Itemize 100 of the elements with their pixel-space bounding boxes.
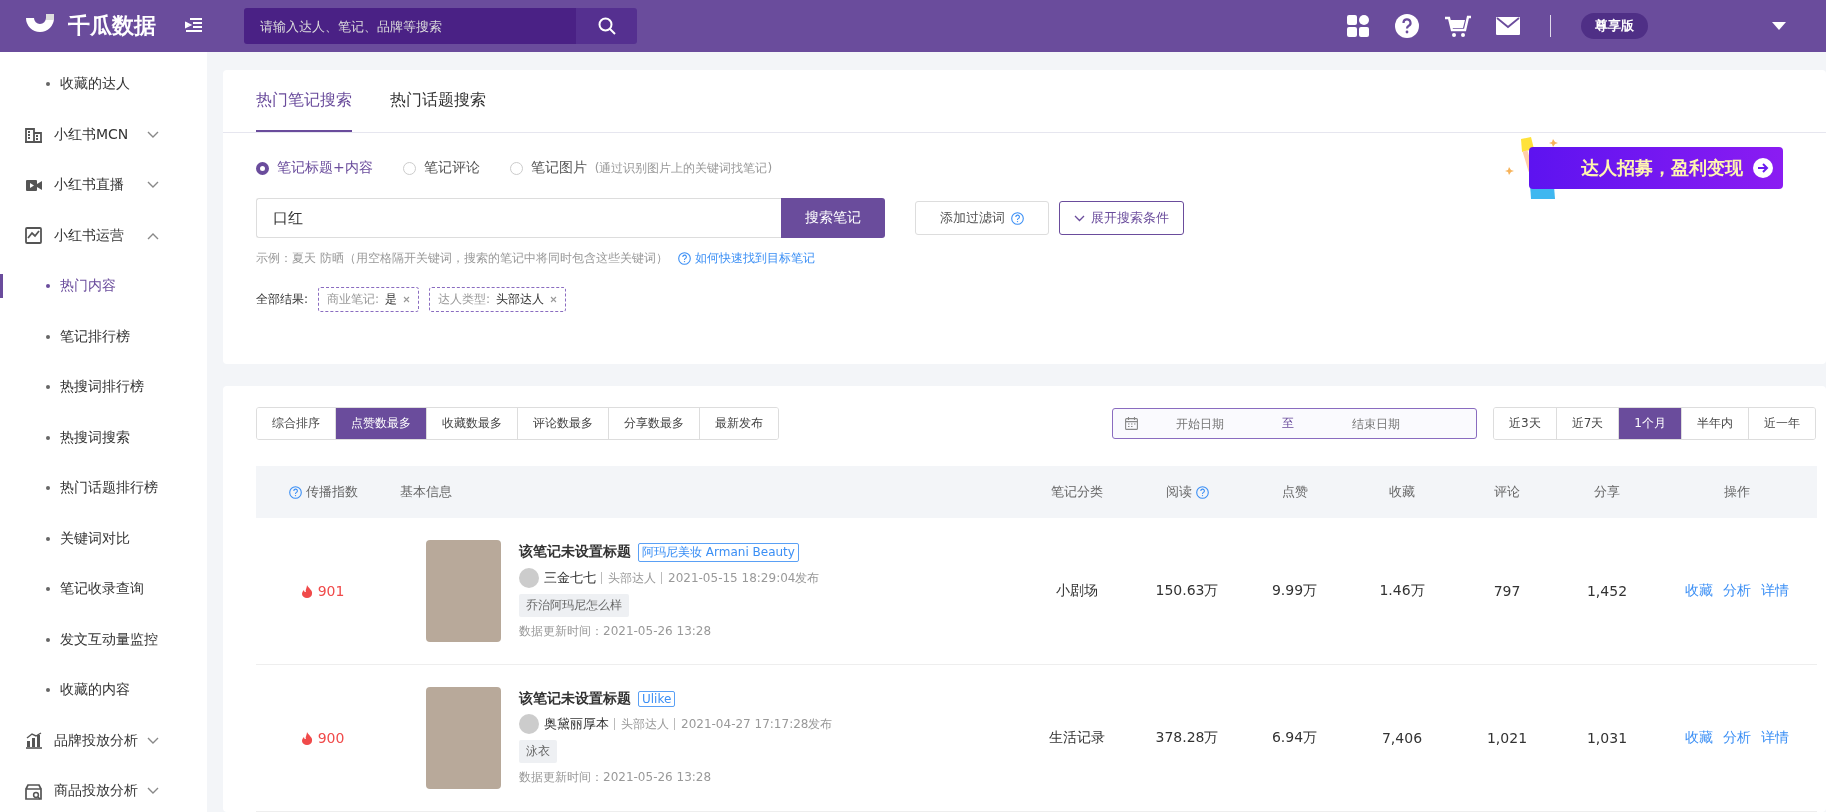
add-filter-button[interactable]: 添加过滤词 <box>915 201 1049 235</box>
sidebar-group[interactable]: 小红书MCN <box>0 109 207 160</box>
search-mode-radio[interactable]: 笔记图片 <box>509 159 587 177</box>
table-cell: 生活记录 <box>1049 729 1105 747</box>
sidebar-subitem[interactable]: 收藏的达人 <box>0 59 207 110</box>
results-label: 全部结果: <box>256 291 309 308</box>
column-header: 分享 <box>1557 466 1657 518</box>
sidebar-subitem[interactable]: 热门话题排行榜 <box>0 463 207 514</box>
filter-chip[interactable]: 达人类型: 头部达人 <box>429 287 567 312</box>
sidebar-group[interactable]: 小红书运营 <box>0 210 207 261</box>
mail-icon[interactable] <box>1496 17 1520 35</box>
publish-time: 2021-04-27 17:17:28发布 <box>674 718 833 730</box>
flame-icon <box>301 731 313 745</box>
tab[interactable]: 热门话题搜索 <box>390 70 486 132</box>
chevron-icon <box>147 181 159 190</box>
chevron-icon <box>147 231 159 240</box>
start-date-field[interactable]: 开始日期 <box>1138 415 1263 432</box>
table-cell: 1.46万 <box>1379 582 1425 600</box>
search-mode-radio[interactable]: 笔记标题+内容 <box>256 159 373 177</box>
recruit-banner[interactable]: 达人招募，盈利变现 <box>1529 147 1783 189</box>
search-field[interactable]: 请输入达人、笔记、品牌等搜索 <box>244 8 576 44</box>
avatar <box>519 567 539 588</box>
column-header: 笔记分类 <box>1022 466 1132 518</box>
topic-tag: 乔治阿玛尼怎么样 <box>519 593 629 617</box>
help-icon[interactable] <box>1394 13 1420 39</box>
column-header: 收藏 <box>1347 466 1457 518</box>
sidebar-subitem[interactable]: 发文互动量监控 <box>0 614 207 665</box>
sidebar-subitem[interactable]: 笔记收录查询 <box>0 564 207 615</box>
table-cell: 797 <box>1493 583 1521 599</box>
keyword-field[interactable]: 口红 <box>256 198 781 238</box>
close-icon[interactable] <box>550 296 558 303</box>
table-cell: 6.94万 <box>1271 729 1318 747</box>
sidebar-subitem[interactable]: 热门内容 <box>0 261 207 312</box>
sidebar-subitem[interactable]: 热搜词排行榜 <box>0 362 207 413</box>
author-name[interactable]: 三金七七 <box>544 568 596 587</box>
logo-text: 千瓜数据 <box>68 12 156 40</box>
apps-icon[interactable] <box>1346 14 1370 38</box>
update-time: 数据更新时间：2021-05-26 13:28 <box>519 622 713 640</box>
table-cell: 小剧场 <box>1056 582 1098 600</box>
tab[interactable]: 热门笔记搜索 <box>256 70 352 132</box>
column-header: 传播指数 <box>256 466 390 518</box>
arrow-circle-icon <box>1753 158 1773 178</box>
sort-button[interactable]: 最新发布 <box>699 408 778 439</box>
help-icon <box>288 485 302 499</box>
column-header: 基本信息 <box>390 466 1022 518</box>
chevron-icon <box>147 130 159 139</box>
table-cell: 150.63万 <box>1155 582 1219 600</box>
search-mode-radio[interactable]: 笔记评论 <box>402 159 480 177</box>
search-icon <box>597 17 616 35</box>
author-type: 头部达人 <box>614 718 669 730</box>
sidebar-icon <box>25 732 42 750</box>
table-cell: 1,452 <box>1586 583 1628 599</box>
topic-tag: 泳衣 <box>519 740 557 763</box>
period-button[interactable]: 1个月 <box>1618 408 1681 439</box>
cart-icon[interactable] <box>1444 14 1472 38</box>
help-icon <box>677 252 691 265</box>
sidebar-group[interactable]: 品牌投放分析 <box>0 715 207 766</box>
spread-index: 900 <box>317 730 345 746</box>
search-button[interactable] <box>576 8 637 44</box>
column-header: 阅读 <box>1132 466 1242 518</box>
sidebar-group[interactable]: 商品投放分析 <box>0 766 207 812</box>
publish-time: 2021-05-15 18:29:04发布 <box>661 571 820 584</box>
sidebar-subitem[interactable]: 热搜词搜索 <box>0 412 207 463</box>
sort-button[interactable]: 点赞数最多 <box>335 408 426 439</box>
brand-tag: Ulike <box>638 691 676 707</box>
search-notes-button[interactable]: 搜索笔记 <box>781 198 885 238</box>
column-header: 点赞 <box>1242 466 1347 518</box>
sidebar-icon <box>25 126 42 144</box>
flame-icon <box>301 584 313 598</box>
date-separator: 至 <box>1282 415 1295 432</box>
spread-index: 901 <box>317 583 345 599</box>
author-type: 头部达人 <box>601 571 656 584</box>
calendar-icon <box>1125 417 1139 430</box>
sidebar-group[interactable]: 小红书直播 <box>0 160 207 211</box>
dropdown-caret-icon[interactable] <box>1772 22 1786 30</box>
column-header: 操作 <box>1657 466 1817 518</box>
help-icon <box>1195 485 1209 499</box>
period-button[interactable]: 近一年 <box>1748 408 1815 439</box>
table-cell: 1,021 <box>1486 730 1528 746</box>
chevron-icon <box>147 736 159 745</box>
sidebar-icon <box>25 782 42 800</box>
expand-conditions-button[interactable]: 展开搜索条件 <box>1059 201 1184 235</box>
chevron-down-icon <box>1074 214 1085 222</box>
sidebar-subitem[interactable]: 关键词对比 <box>0 513 207 564</box>
note-title[interactable]: 该笔记未设置标题 <box>519 690 631 708</box>
note-title[interactable]: 该笔记未设置标题 <box>519 543 631 561</box>
chevron-icon <box>147 787 159 796</box>
table-cell: 378.28万 <box>1155 729 1219 747</box>
end-date-field[interactable]: 结束日期 <box>1314 415 1439 432</box>
sidebar-subitem[interactable]: 笔记排行榜 <box>0 311 207 362</box>
menu-icon[interactable] <box>184 18 204 34</box>
column-header: 评论 <box>1457 466 1557 518</box>
close-icon[interactable] <box>403 296 411 303</box>
help-icon <box>1011 211 1024 225</box>
mode-note: (通过识别图片上的关键词找笔记) <box>594 159 773 177</box>
sidebar-subitem[interactable]: 收藏的内容 <box>0 665 207 716</box>
table-cell: 7,406 <box>1381 730 1423 746</box>
author-name[interactable]: 奥黛丽厚本 <box>544 715 609 733</box>
filter-chip[interactable]: 商业笔记: 是 <box>318 287 420 312</box>
update-time: 数据更新时间：2021-05-26 13:28 <box>519 769 713 786</box>
